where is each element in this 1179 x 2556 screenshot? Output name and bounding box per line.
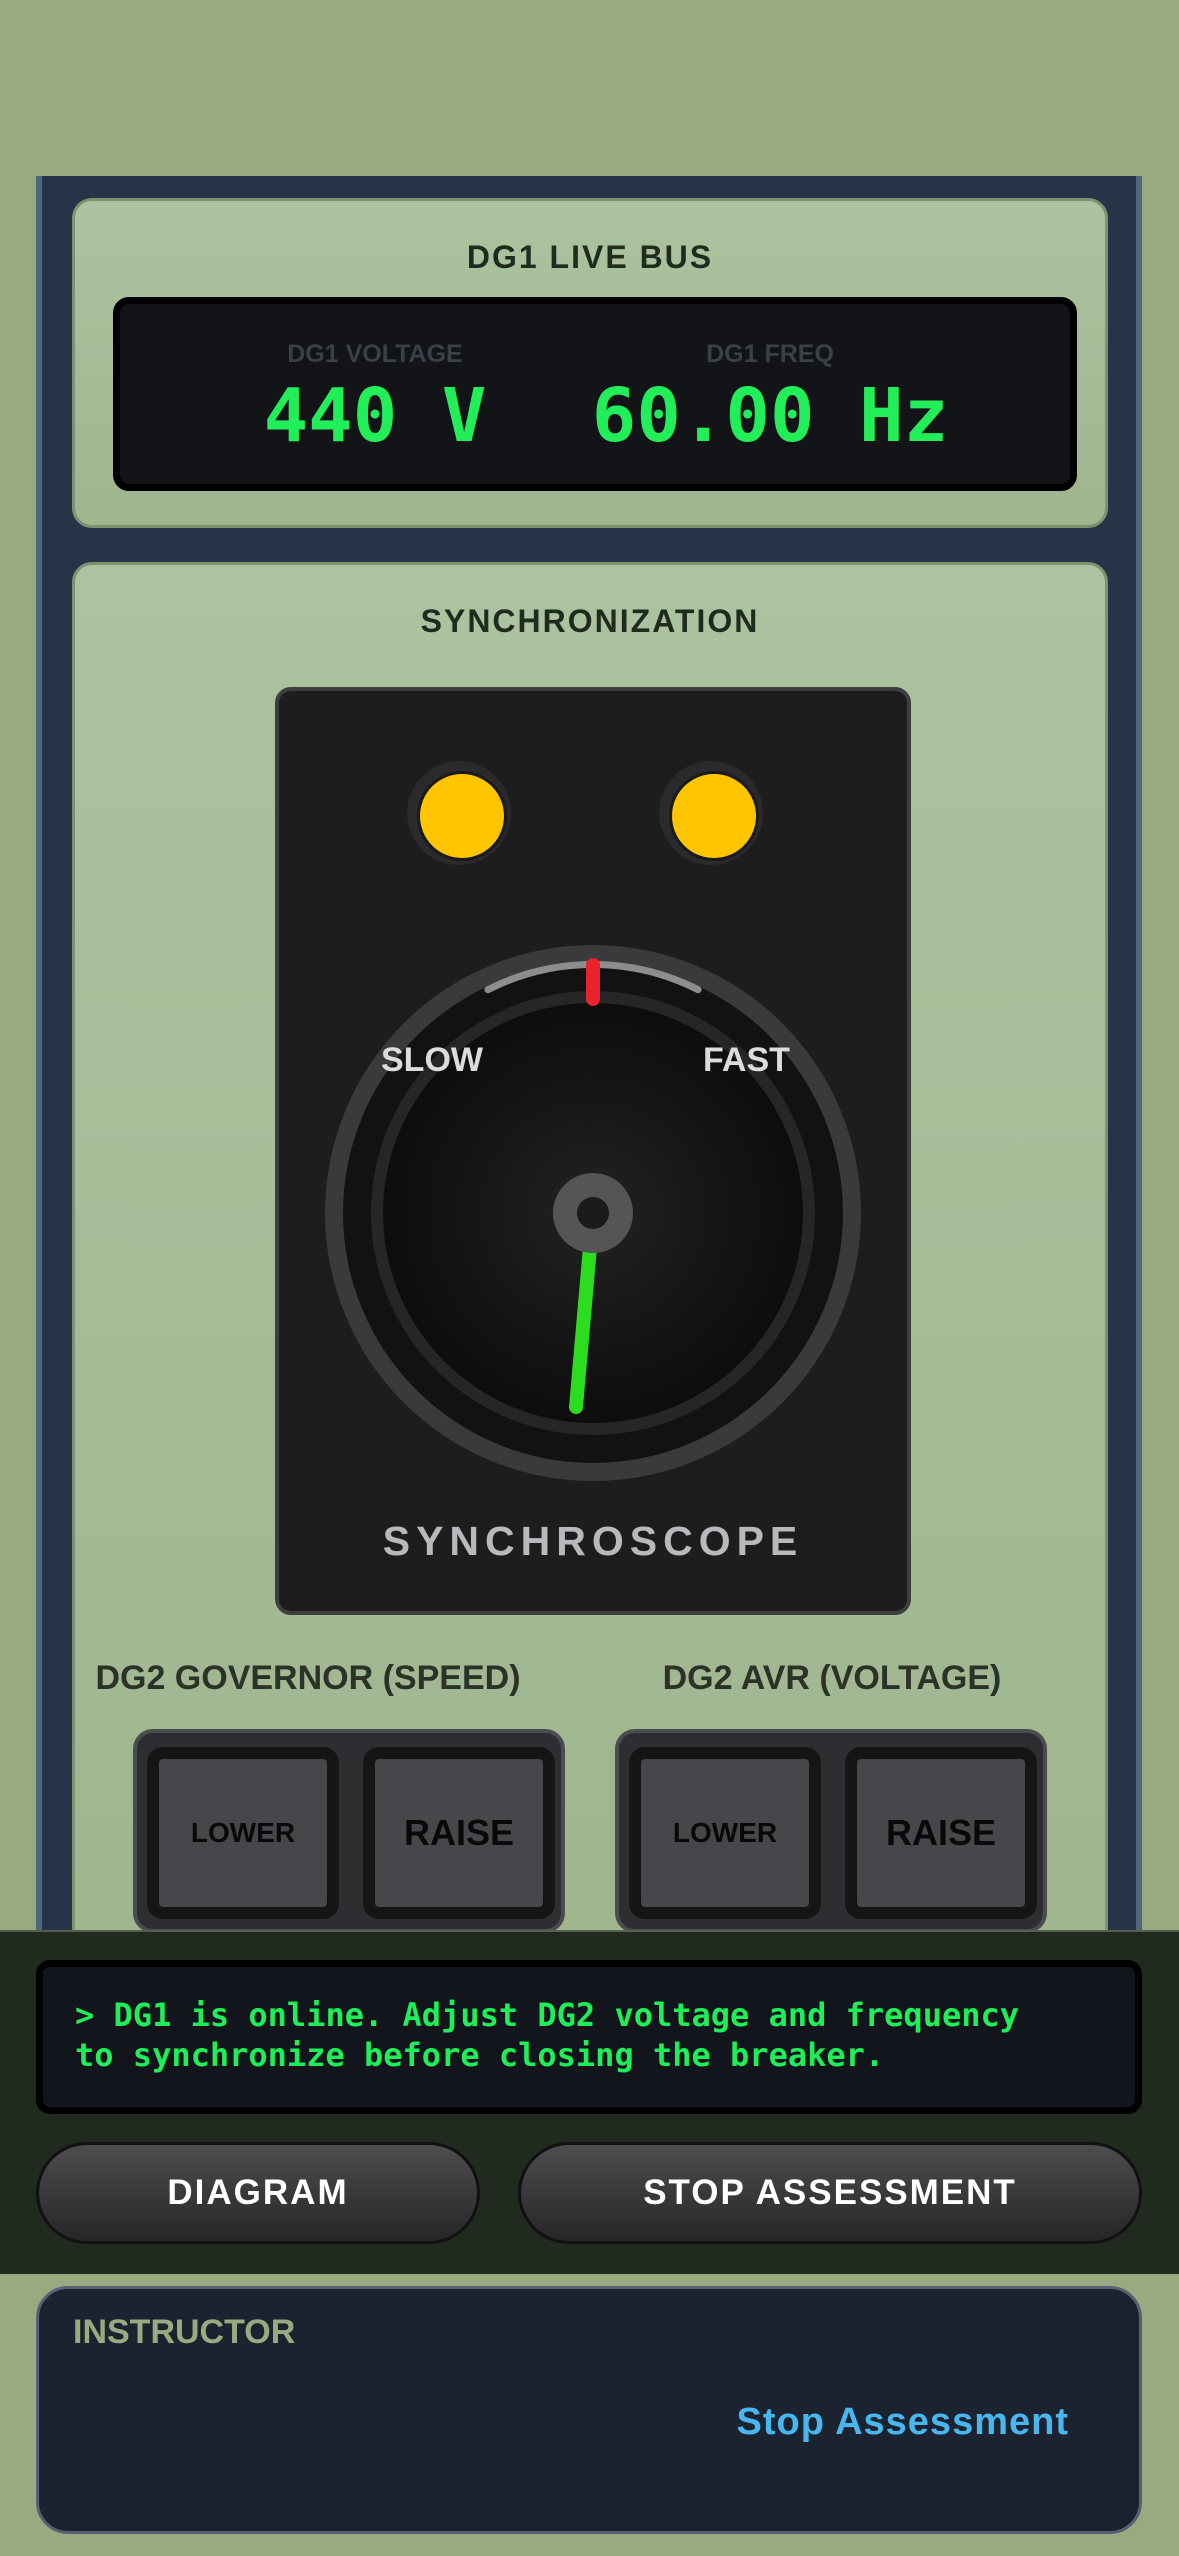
sync-lamp-right (659, 761, 763, 865)
voltage-readout: DG1 VOLTAGE 440 V (200, 340, 550, 459)
sync-lamp-left (407, 761, 511, 865)
diagram-button[interactable]: DIAGRAM (36, 2142, 480, 2244)
avr-raise-button[interactable]: RAISE (845, 1747, 1037, 1919)
slow-label: SLOW (381, 1041, 484, 1079)
frequency-label: DG1 FREQ (706, 340, 834, 368)
governor-raise-button[interactable]: RAISE (363, 1747, 555, 1919)
synchroscope-dial: SLOW FAST (325, 945, 861, 1481)
status-terminal: > DG1 is online. Adjust DG2 voltage and … (36, 1960, 1142, 2114)
live-bus-display: DG1 VOLTAGE 440 V DG1 FREQ 60.00 Hz (113, 297, 1077, 491)
avr-controls: LOWER RAISE (615, 1729, 1047, 1933)
live-bus-title: DG1 LIVE BUS (466, 239, 714, 275)
voltage-value: 440 V (263, 373, 487, 459)
frequency-value: 60.00 Hz (591, 373, 949, 459)
frequency-readout: DG1 FREQ 60.00 Hz (560, 340, 980, 459)
synchronization-title: SYNCHRONIZATION (420, 603, 760, 639)
synchronization-card: SYNCHRONIZATION SLOW FAST SYNCHROSCOPE D… (72, 562, 1108, 1982)
needle-hub-center (577, 1197, 609, 1229)
top-strip (0, 0, 1179, 176)
instructor-stop-assessment-link[interactable]: Stop Assessment (737, 2401, 1069, 2444)
console-bar: > DG1 is online. Adjust DG2 voltage and … (0, 1930, 1179, 2274)
status-message-line1: > DG1 is online. Adjust DG2 voltage and … (75, 1996, 1020, 2034)
instructor-panel: INSTRUCTOR Stop Assessment (36, 2286, 1142, 2534)
governor-title: DG2 GOVERNOR (SPEED) (95, 1659, 521, 1697)
synchroscope-panel: SLOW FAST SYNCHROSCOPE (275, 687, 911, 1615)
instructor-title: INSTRUCTOR (73, 2313, 296, 2351)
avr-title: DG2 AVR (VOLTAGE) (662, 1659, 1002, 1697)
voltage-label: DG1 VOLTAGE (287, 340, 463, 368)
governor-lower-button[interactable]: LOWER (147, 1747, 339, 1919)
governor-controls: LOWER RAISE (133, 1729, 565, 1933)
stop-assessment-button[interactable]: STOP ASSESSMENT (518, 2142, 1142, 2244)
fast-label: FAST (703, 1041, 790, 1079)
status-message-line2: to synchronize before closing the breake… (75, 2036, 885, 2074)
live-bus-card: DG1 LIVE BUS DG1 VOLTAGE 440 V DG1 FREQ … (72, 198, 1108, 528)
avr-lower-button[interactable]: LOWER (629, 1747, 821, 1919)
synchroscope-label: SYNCHROSCOPE (382, 1518, 804, 1564)
